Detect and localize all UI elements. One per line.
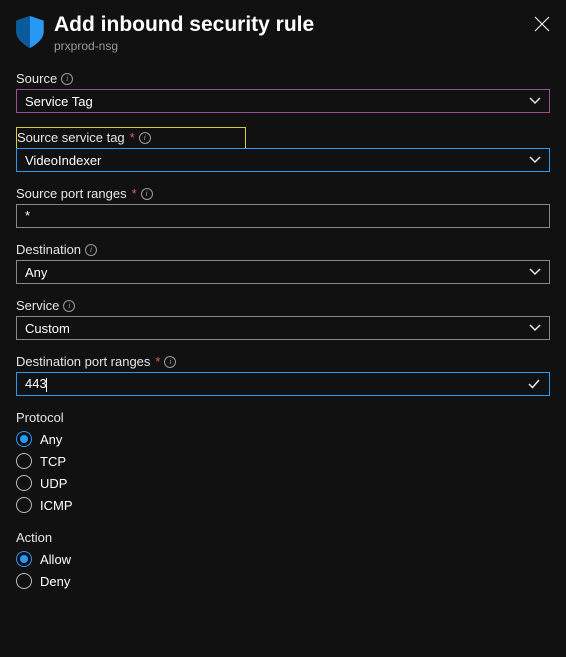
radio-label: Deny bbox=[40, 574, 70, 589]
protocol-option-any[interactable]: Any bbox=[16, 428, 550, 450]
chevron-down-icon bbox=[529, 322, 541, 334]
source-port-ranges-input[interactable]: * bbox=[16, 204, 550, 228]
action-option-deny[interactable]: Deny bbox=[16, 570, 550, 592]
radio-icon bbox=[16, 431, 32, 447]
panel-header: Add inbound security rule prxprod-nsg bbox=[16, 12, 550, 53]
info-icon[interactable]: i bbox=[61, 73, 73, 85]
shield-icon bbox=[16, 16, 44, 48]
required-asterisk: * bbox=[155, 354, 160, 369]
info-icon[interactable]: i bbox=[139, 132, 151, 144]
action-label: Action bbox=[16, 530, 550, 545]
text-caret bbox=[46, 378, 47, 392]
chevron-down-icon bbox=[529, 95, 541, 107]
destination-port-ranges-value: 443 bbox=[25, 376, 47, 391]
info-icon[interactable]: i bbox=[85, 244, 97, 256]
required-asterisk: * bbox=[132, 186, 137, 201]
source-port-ranges-field: Source port ranges * i * bbox=[16, 186, 550, 228]
panel-subtitle: prxprod-nsg bbox=[54, 39, 524, 53]
protocol-option-icmp[interactable]: ICMP bbox=[16, 494, 550, 516]
radio-label: TCP bbox=[40, 454, 66, 469]
radio-label: Any bbox=[40, 432, 62, 447]
chevron-down-icon bbox=[529, 154, 541, 166]
source-service-tag-field: Source service tag * i VideoIndexer bbox=[16, 127, 550, 172]
destination-select[interactable]: Any bbox=[16, 260, 550, 284]
action-option-allow[interactable]: Allow bbox=[16, 548, 550, 570]
radio-icon bbox=[16, 453, 32, 469]
source-label: Source bbox=[16, 71, 57, 86]
radio-label: ICMP bbox=[40, 498, 73, 513]
highlight-box: Source service tag * i bbox=[16, 127, 246, 149]
source-value: Service Tag bbox=[25, 94, 93, 109]
panel-title: Add inbound security rule bbox=[54, 12, 524, 37]
info-icon[interactable]: i bbox=[63, 300, 75, 312]
source-service-tag-select[interactable]: VideoIndexer bbox=[16, 148, 550, 172]
action-radio-group: Allow Deny bbox=[16, 548, 550, 592]
info-icon[interactable]: i bbox=[164, 356, 176, 368]
protocol-radio-group: Any TCP UDP ICMP bbox=[16, 428, 550, 516]
radio-icon bbox=[16, 497, 32, 513]
service-label: Service bbox=[16, 298, 59, 313]
source-port-ranges-label: Source port ranges bbox=[16, 186, 127, 201]
add-inbound-rule-panel: Add inbound security rule prxprod-nsg So… bbox=[0, 0, 566, 604]
radio-label: Allow bbox=[40, 552, 71, 567]
destination-value: Any bbox=[25, 265, 47, 280]
source-service-tag-value: VideoIndexer bbox=[25, 153, 101, 168]
radio-label: UDP bbox=[40, 476, 67, 491]
protocol-option-udp[interactable]: UDP bbox=[16, 472, 550, 494]
radio-icon bbox=[16, 475, 32, 491]
required-asterisk: * bbox=[130, 130, 135, 145]
service-value: Custom bbox=[25, 321, 70, 336]
service-field: Service i Custom bbox=[16, 298, 550, 340]
protocol-option-tcp[interactable]: TCP bbox=[16, 450, 550, 472]
protocol-label: Protocol bbox=[16, 410, 550, 425]
protocol-field: Protocol Any TCP UDP ICMP bbox=[16, 410, 550, 516]
source-field: Source i Service Tag bbox=[16, 71, 550, 113]
service-select[interactable]: Custom bbox=[16, 316, 550, 340]
source-select[interactable]: Service Tag bbox=[16, 89, 550, 113]
chevron-down-icon bbox=[529, 266, 541, 278]
destination-label: Destination bbox=[16, 242, 81, 257]
radio-icon bbox=[16, 551, 32, 567]
action-field: Action Allow Deny bbox=[16, 530, 550, 592]
check-icon bbox=[527, 377, 541, 391]
radio-icon bbox=[16, 573, 32, 589]
destination-port-ranges-input[interactable]: 443 bbox=[16, 372, 550, 396]
destination-field: Destination i Any bbox=[16, 242, 550, 284]
destination-port-ranges-label: Destination port ranges bbox=[16, 354, 150, 369]
source-port-ranges-value: * bbox=[25, 208, 30, 223]
destination-port-ranges-field: Destination port ranges * i 443 bbox=[16, 354, 550, 396]
close-icon[interactable] bbox=[534, 16, 550, 32]
info-icon[interactable]: i bbox=[141, 188, 153, 200]
source-service-tag-label: Source service tag bbox=[17, 130, 125, 145]
